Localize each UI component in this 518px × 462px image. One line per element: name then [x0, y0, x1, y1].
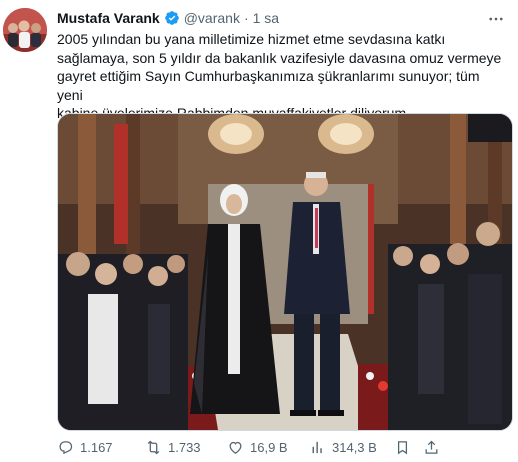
views-count: 314,3 B: [332, 439, 377, 455]
reply-count: 1.167: [80, 439, 113, 455]
tweet-actions: 1.167 1.733 16,9 B 314,3 B: [57, 437, 507, 457]
tweet-text: 2005 yılından bu yana milletimize hizmet…: [57, 31, 502, 121]
avatar[interactable]: [3, 8, 47, 52]
like-count: 16,9 B: [250, 439, 288, 455]
share-button[interactable]: [423, 437, 440, 457]
retweet-icon: [147, 440, 160, 454]
author-handle[interactable]: @varank: [184, 10, 240, 26]
heart-icon: [229, 441, 242, 454]
verified-badge-icon: [164, 10, 180, 26]
separator-dot: ·: [243, 10, 249, 26]
retweet-count: 1.733: [168, 439, 201, 455]
share-icon: [425, 440, 438, 454]
tweet[interactable]: Mustafa Varank @varank · 1 sa 2005 yılın…: [0, 0, 518, 462]
more-options-icon[interactable]: [486, 10, 506, 26]
tweet-photo[interactable]: [57, 113, 513, 431]
bookmark-icon: [397, 440, 408, 454]
reply-icon: [59, 440, 73, 454]
timestamp[interactable]: 1 sa: [253, 10, 279, 26]
tweet-header: Mustafa Varank @varank · 1 sa: [57, 8, 279, 28]
reply-button[interactable]: 1.167: [57, 437, 113, 457]
bookmark-button[interactable]: [394, 437, 411, 457]
retweet-button[interactable]: 1.733: [145, 437, 201, 457]
views-chart-icon: [312, 441, 322, 453]
views-button[interactable]: 314,3 B: [309, 437, 377, 457]
author-name[interactable]: Mustafa Varank: [57, 10, 160, 26]
like-button[interactable]: 16,9 B: [227, 437, 288, 457]
